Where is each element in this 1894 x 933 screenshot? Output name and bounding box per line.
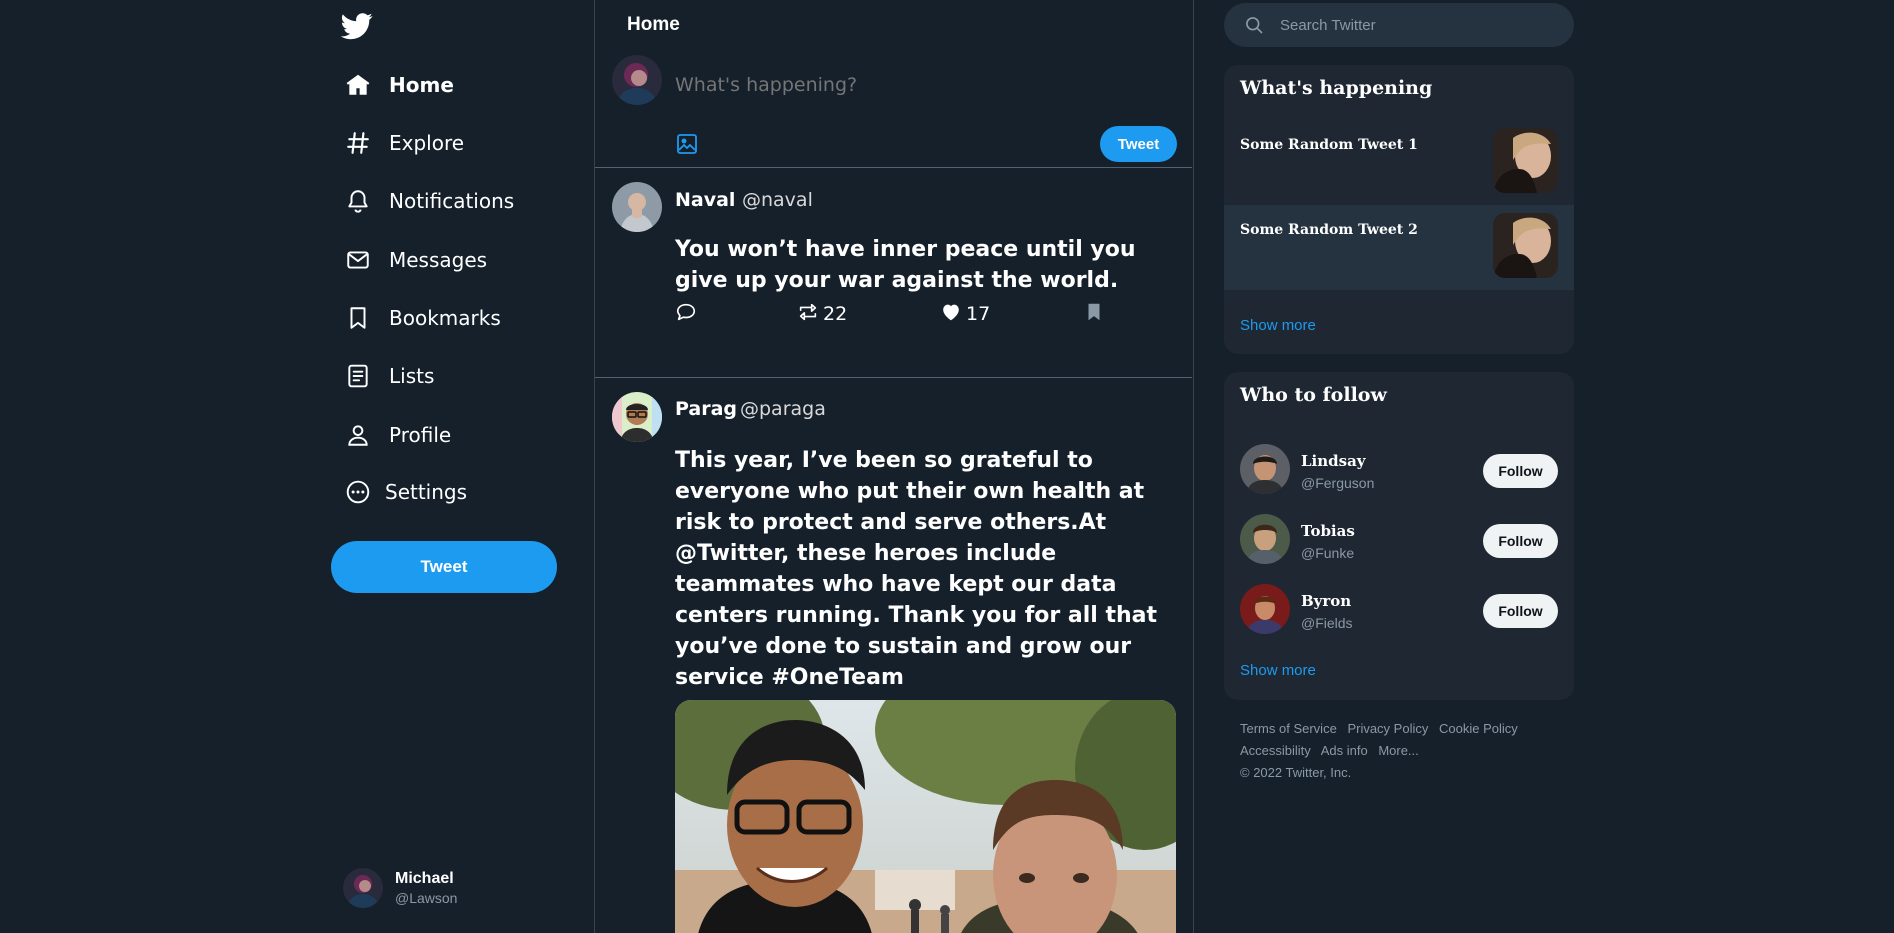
show-more-link[interactable]: Show more	[1240, 317, 1316, 334]
like-count: 17	[966, 303, 991, 325]
nav-notifications[interactable]: Notifications	[344, 179, 514, 223]
envelope-icon	[344, 246, 372, 274]
author-name[interactable]: Parag	[675, 398, 737, 420]
trend-item[interactable]: Some Random Tweet 1	[1224, 120, 1574, 205]
suggestion-name: Byron	[1301, 592, 1352, 610]
nav-home[interactable]: Home	[344, 63, 454, 107]
suggestion-name: Lindsay	[1301, 452, 1366, 470]
follow-button[interactable]: Follow	[1483, 454, 1558, 488]
list-icon	[344, 362, 372, 390]
follow-button[interactable]: Follow	[1483, 594, 1558, 628]
search-icon	[1244, 15, 1264, 35]
panel-title: Who to follow	[1240, 384, 1387, 406]
footer-link[interactable]: Ads info	[1321, 743, 1368, 758]
suggestion-handle: @Fields	[1301, 615, 1353, 631]
who-to-follow-panel: Who to follow Lindsay @Ferguson Follow T…	[1224, 372, 1574, 700]
tweet-text: This year, I’ve been so grateful to ever…	[675, 448, 1158, 690]
twitter-bird-icon[interactable]	[340, 10, 373, 42]
bookmark-button[interactable]	[1083, 299, 1105, 329]
main-feed: Home Tweet Naval @naval You won’t have i…	[594, 0, 1194, 933]
heart-icon	[940, 301, 962, 328]
show-more-link[interactable]: Show more	[1240, 662, 1316, 679]
avatar	[612, 182, 662, 232]
retweet-button[interactable]: 22	[797, 299, 847, 329]
suggestion-name: Tobias	[1301, 522, 1355, 540]
right-sidebar: What's happening Some Random Tweet 1 Som…	[1224, 0, 1574, 933]
avatar	[612, 55, 662, 105]
copyright: © 2022 Twitter, Inc.	[1240, 765, 1352, 780]
reply-icon	[675, 301, 697, 328]
author-name[interactable]: Naval	[675, 189, 735, 211]
nav-explore[interactable]: Explore	[344, 121, 464, 165]
footer-link[interactable]: Privacy Policy	[1347, 721, 1428, 736]
whats-happening-panel: What's happening Some Random Tweet 1 Som…	[1224, 65, 1574, 354]
trend-title: Some Random Tweet 1	[1240, 137, 1418, 153]
tweet-card[interactable]: Parag @paraga This year, I’ve been so gr…	[595, 377, 1192, 933]
account-name: Michael	[395, 870, 454, 887]
tweet-card[interactable]: Naval @naval You won’t have inner peace …	[595, 167, 1192, 377]
hashtag-icon	[344, 129, 372, 157]
footer-link[interactable]: Cookie Policy	[1439, 721, 1518, 736]
follow-button[interactable]: Follow	[1483, 524, 1558, 558]
like-button[interactable]: 17	[940, 299, 990, 329]
nav-settings[interactable]: Settings	[344, 470, 467, 514]
nav-label: Bookmarks	[389, 306, 501, 330]
suggestion-handle: @Ferguson	[1301, 475, 1375, 491]
retweet-icon	[797, 301, 819, 328]
nav-label: Profile	[389, 423, 452, 447]
bookmark-icon	[1083, 301, 1105, 328]
tweet-photo[interactable]	[675, 700, 1176, 933]
nav-label: Notifications	[389, 189, 515, 213]
trend-thumbnail	[1493, 213, 1558, 278]
panel-title: What's happening	[1240, 77, 1433, 99]
tweet-button[interactable]: Tweet	[331, 541, 557, 593]
bell-icon	[344, 187, 372, 215]
nav-lists[interactable]: Lists	[344, 354, 434, 398]
follow-suggestion[interactable]: Lindsay @Ferguson Follow	[1240, 442, 1558, 498]
follow-suggestion[interactable]: Tobias @Funke Follow	[1240, 512, 1558, 568]
account-handle: @Lawson	[395, 890, 458, 906]
nav-label: Explore	[389, 131, 465, 155]
more-circle-icon	[344, 478, 372, 506]
nav-label: Lists	[389, 364, 435, 388]
nav-label: Home	[389, 73, 454, 97]
author-handle[interactable]: @paraga	[740, 398, 826, 420]
avatar	[1240, 584, 1290, 634]
follow-suggestion[interactable]: Byron @Fields Follow	[1240, 582, 1558, 638]
author-handle[interactable]: @naval	[742, 189, 813, 211]
search-input[interactable]	[1280, 16, 1540, 34]
retweet-count: 22	[823, 303, 848, 325]
left-sidebar: Home Explore Notifications Messages Book…	[330, 0, 594, 933]
nav-bookmarks[interactable]: Bookmarks	[344, 296, 501, 340]
footer-links: Terms of Service Privacy Policy Cookie P…	[1240, 718, 1570, 784]
suggestion-handle: @Funke	[1301, 545, 1355, 561]
account-switcher[interactable]: Michael @Lawson	[343, 868, 457, 908]
trend-thumbnail	[1493, 128, 1558, 193]
avatar	[1240, 444, 1290, 494]
avatar	[343, 868, 383, 908]
nav-label: Settings	[385, 480, 468, 504]
footer-link[interactable]: More...	[1378, 743, 1418, 758]
compose-input[interactable]	[675, 74, 1095, 96]
avatar	[1240, 514, 1290, 564]
search-bar[interactable]	[1224, 3, 1574, 47]
avatar	[612, 392, 662, 442]
tweet-actions: 22 17	[675, 299, 1175, 329]
tweet-text: You won’t have inner peace until you giv…	[675, 237, 1136, 293]
page-title: Home	[627, 14, 680, 35]
trend-item[interactable]: Some Random Tweet 2	[1224, 205, 1574, 290]
person-icon	[344, 421, 372, 449]
reply-button[interactable]	[675, 299, 697, 329]
image-icon[interactable]	[675, 132, 699, 156]
footer-link[interactable]: Terms of Service	[1240, 721, 1337, 736]
nav-profile[interactable]: Profile	[344, 413, 451, 457]
nav-messages[interactable]: Messages	[344, 238, 487, 282]
footer-link[interactable]: Accessibility	[1240, 743, 1311, 758]
nav-label: Messages	[389, 248, 488, 272]
trend-title: Some Random Tweet 2	[1240, 222, 1418, 238]
bookmark-icon	[344, 304, 372, 332]
compose-tweet-button[interactable]: Tweet	[1100, 126, 1177, 162]
home-icon	[344, 71, 372, 99]
